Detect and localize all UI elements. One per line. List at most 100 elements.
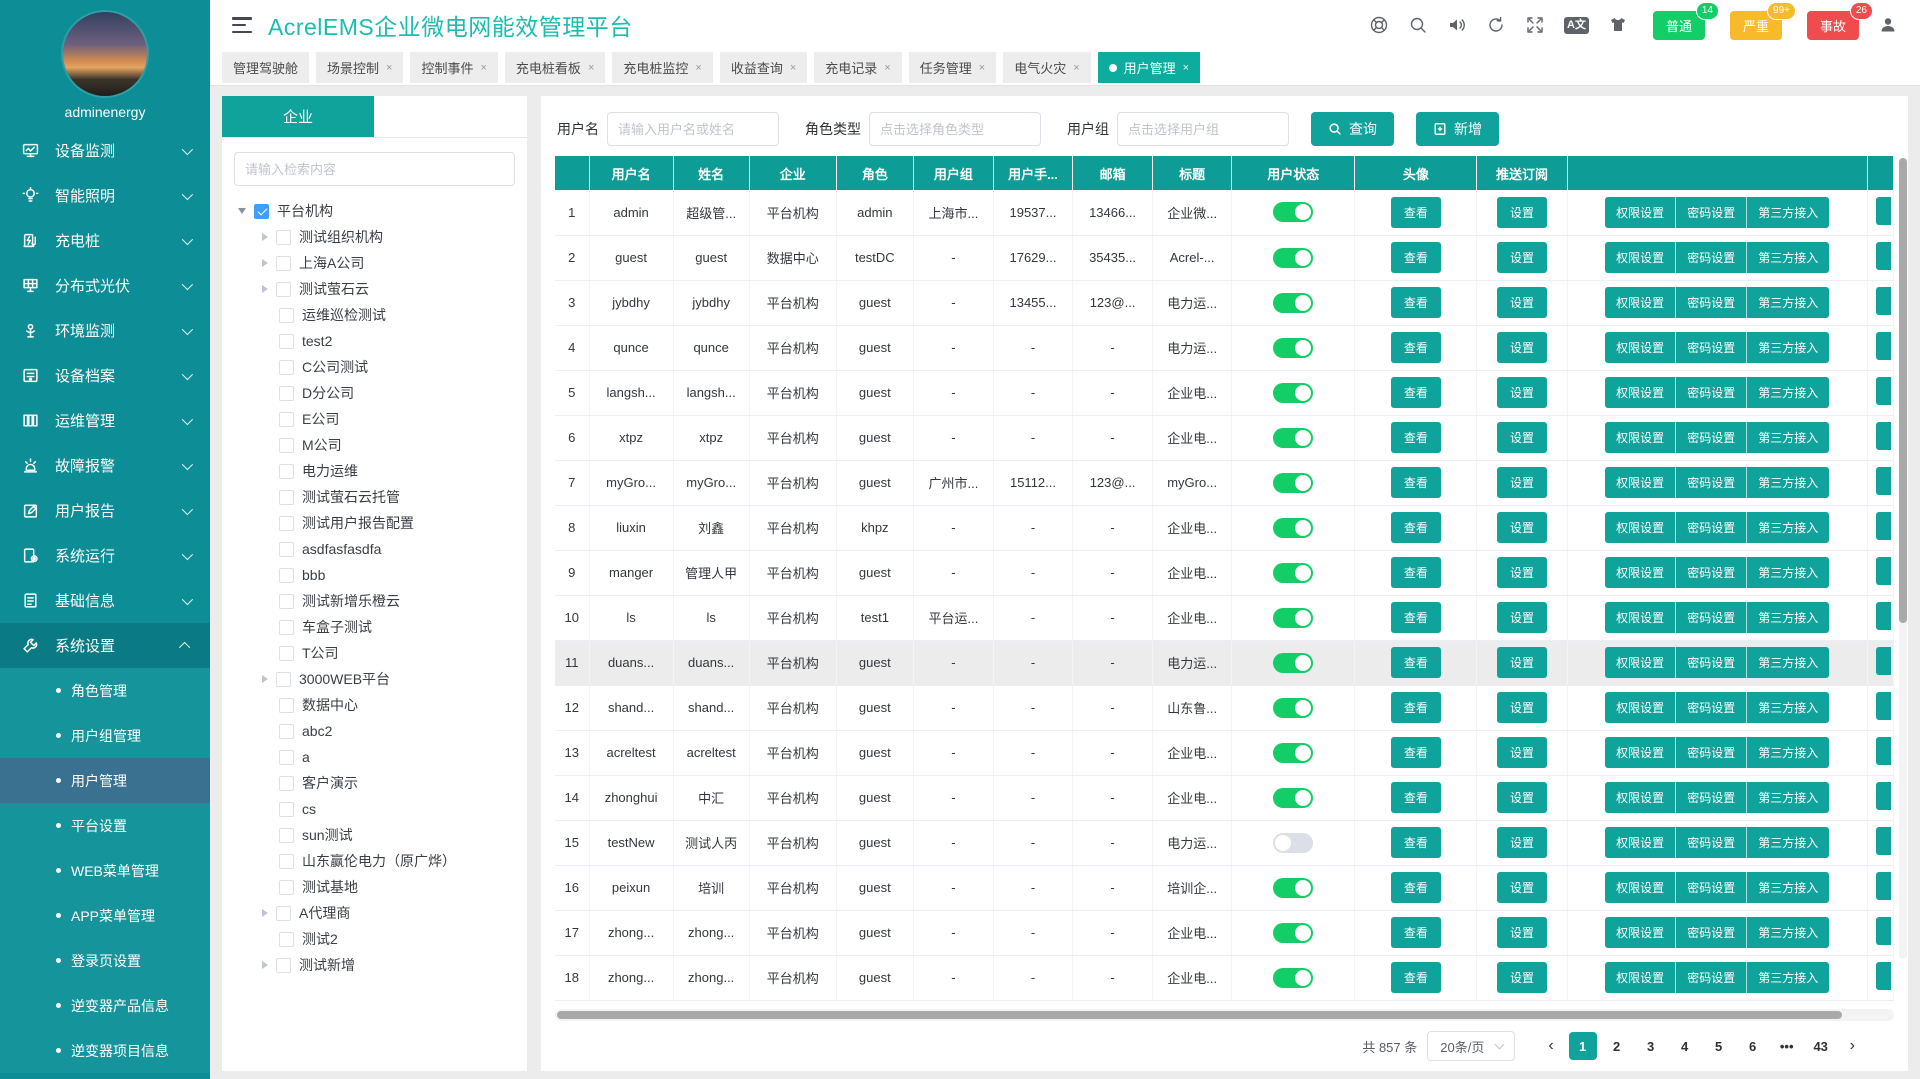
view-avatar-button[interactable]: 查看 (1391, 287, 1441, 318)
checkbox-unchecked[interactable] (279, 750, 294, 765)
password-settings-button[interactable]: 密码设置 (1676, 512, 1747, 543)
query-button[interactable]: 查询 (1311, 112, 1394, 146)
password-settings-button[interactable]: 密码设置 (1676, 377, 1747, 408)
sidebar-item-5[interactable]: 设备档案 (0, 353, 210, 398)
clipped-action-button[interactable] (1876, 197, 1891, 225)
third-party-access-button[interactable]: 第三方接入 (1747, 512, 1829, 543)
sidebar-item-4[interactable]: 环境监测 (0, 308, 210, 353)
permission-settings-button[interactable]: 权限设置 (1605, 422, 1676, 453)
horizontal-scrollbar[interactable] (555, 1009, 1894, 1021)
third-party-access-button[interactable]: 第三方接入 (1747, 962, 1829, 993)
tree-item-15[interactable]: 车盒子测试 (238, 614, 523, 640)
checkbox-unchecked[interactable] (279, 698, 294, 713)
tree-item-28[interactable]: 测试新增 (238, 952, 523, 978)
permission-settings-button[interactable]: 权限设置 (1605, 557, 1676, 588)
tree-item-20[interactable]: a (238, 744, 523, 770)
tab-8[interactable]: 电气火灾× (1003, 52, 1090, 83)
tree-item-3[interactable]: 运维巡检测试 (238, 302, 523, 328)
password-settings-button[interactable]: 密码设置 (1676, 872, 1747, 903)
clipped-action-button[interactable] (1876, 692, 1891, 720)
user-status-toggle[interactable] (1273, 202, 1313, 222)
password-settings-button[interactable]: 密码设置 (1676, 287, 1747, 318)
help-icon[interactable] (1369, 15, 1389, 35)
clipped-action-button[interactable] (1876, 377, 1891, 405)
permission-settings-button[interactable]: 权限设置 (1605, 737, 1676, 768)
clipped-action-button[interactable] (1876, 872, 1891, 900)
tree-item-0[interactable]: 测试组织机构 (238, 224, 523, 250)
clipped-action-button[interactable] (1876, 782, 1891, 810)
password-settings-button[interactable]: 密码设置 (1676, 467, 1747, 498)
sidebar-item-2[interactable]: 充电桩 (0, 218, 210, 263)
page-button-2[interactable]: 2 (1603, 1032, 1631, 1060)
clipped-action-button[interactable] (1876, 737, 1891, 765)
user-status-toggle[interactable] (1273, 608, 1313, 628)
user-status-toggle[interactable] (1273, 293, 1313, 313)
refresh-icon[interactable] (1486, 15, 1506, 35)
alarm-pill-2[interactable]: 事故26 (1807, 11, 1859, 40)
clipped-action-button[interactable] (1876, 467, 1891, 495)
tree-item-6[interactable]: D分公司 (238, 380, 523, 406)
third-party-access-button[interactable]: 第三方接入 (1747, 377, 1829, 408)
tree-item-18[interactable]: 数据中心 (238, 692, 523, 718)
sidebar-item-8[interactable]: 用户报告 (0, 488, 210, 533)
user-status-toggle[interactable] (1273, 518, 1313, 538)
translate-icon[interactable]: A文 (1564, 17, 1589, 34)
tab-0[interactable]: 管理驾驶舱 (222, 52, 309, 83)
permission-settings-button[interactable]: 权限设置 (1605, 377, 1676, 408)
checkbox-unchecked[interactable] (279, 412, 294, 427)
tree-item-2[interactable]: 测试萤石云 (238, 276, 523, 302)
third-party-access-button[interactable]: 第三方接入 (1747, 782, 1829, 813)
tree-search-input[interactable] (234, 152, 515, 186)
permission-settings-button[interactable]: 权限设置 (1605, 782, 1676, 813)
checkbox-unchecked[interactable] (279, 802, 294, 817)
tree-item-19[interactable]: abc2 (238, 718, 523, 744)
permission-settings-button[interactable]: 权限设置 (1605, 602, 1676, 633)
page-button-5[interactable]: 5 (1705, 1032, 1733, 1060)
tab-enterprise[interactable]: 企业 (222, 96, 374, 137)
user-status-toggle[interactable] (1273, 923, 1313, 943)
push-subscribe-button[interactable]: 设置 (1497, 557, 1547, 588)
user-status-toggle[interactable] (1273, 878, 1313, 898)
expand-arrow-icon[interactable] (262, 909, 268, 917)
tree-item-22[interactable]: cs (238, 796, 523, 822)
close-icon[interactable]: × (480, 62, 486, 74)
view-avatar-button[interactable]: 查看 (1391, 872, 1441, 903)
view-avatar-button[interactable]: 查看 (1391, 422, 1441, 453)
menu-collapse-icon[interactable] (232, 17, 252, 33)
password-settings-button[interactable]: 密码设置 (1676, 737, 1747, 768)
clipped-action-button[interactable] (1876, 512, 1891, 540)
checkbox-unchecked[interactable] (279, 516, 294, 531)
permission-settings-button[interactable]: 权限设置 (1605, 962, 1676, 993)
checkbox-unchecked[interactable] (276, 282, 291, 297)
tab-1[interactable]: 场景控制× (316, 52, 403, 83)
page-button-43[interactable]: 43 (1807, 1032, 1835, 1060)
permission-settings-button[interactable]: 权限设置 (1605, 512, 1676, 543)
checkbox-unchecked[interactable] (279, 594, 294, 609)
expand-arrow-icon[interactable] (262, 285, 268, 293)
password-settings-button[interactable]: 密码设置 (1676, 962, 1747, 993)
close-icon[interactable]: × (1073, 62, 1079, 74)
table-row[interactable]: 6xtpzxtpz平台机构guest---企业电...查看设置权限设置密码设置第… (555, 415, 1894, 460)
search-icon[interactable] (1408, 15, 1428, 35)
permission-settings-button[interactable]: 权限设置 (1605, 332, 1676, 363)
table-row[interactable]: 16peixun培训平台机构guest---培训企...查看设置权限设置密码设置… (555, 865, 1894, 910)
checkbox-unchecked[interactable] (279, 620, 294, 635)
alarm-pill-1[interactable]: 严重99+ (1730, 11, 1782, 40)
table-row[interactable]: 3jybdhyjybdhy平台机构guest-13455...123@...电力… (555, 280, 1894, 325)
submenu-item-1[interactable]: 用户组管理 (0, 713, 210, 758)
group-filter-input[interactable] (1117, 112, 1289, 146)
clipped-action-button[interactable] (1876, 332, 1891, 360)
checkbox-unchecked[interactable] (279, 334, 294, 349)
volume-icon[interactable] (1447, 15, 1467, 35)
clipped-action-button[interactable] (1876, 242, 1891, 270)
prev-page-button[interactable]: ‹ (1543, 1037, 1558, 1055)
checkbox-unchecked[interactable] (276, 958, 291, 973)
view-avatar-button[interactable]: 查看 (1391, 557, 1441, 588)
clipped-action-button[interactable] (1876, 602, 1891, 630)
password-settings-button[interactable]: 密码设置 (1676, 557, 1747, 588)
permission-settings-button[interactable]: 权限设置 (1605, 647, 1676, 678)
checkbox-unchecked[interactable] (279, 438, 294, 453)
checkbox-unchecked[interactable] (276, 256, 291, 271)
submenu-item-4[interactable]: WEB菜单管理 (0, 848, 210, 893)
push-subscribe-button[interactable]: 设置 (1497, 827, 1547, 858)
